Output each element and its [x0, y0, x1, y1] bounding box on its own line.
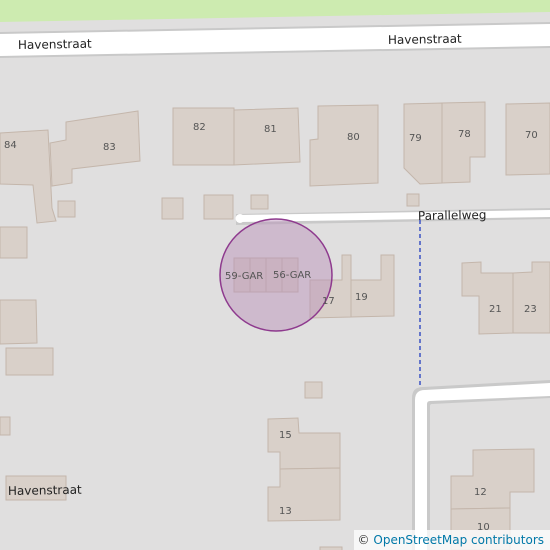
building-shed-6 [304, 381, 323, 399]
street-label-havenstraat-2: Havenstraat [388, 32, 462, 47]
building-left-4 [0, 416, 11, 436]
building-shed-5 [406, 193, 420, 207]
building-82 [172, 107, 235, 166]
house-number-83: 83 [103, 142, 116, 153]
house-number-78: 78 [458, 129, 471, 140]
house-number-23: 23 [524, 304, 537, 315]
map-canvas[interactable]: Havenstraat Havenstraat Parallelweg Have… [0, 0, 550, 550]
house-number-13: 13 [279, 506, 292, 517]
house-number-56gar: 56-GAR [273, 270, 311, 281]
building-23 [512, 261, 550, 334]
building-left-2 [0, 299, 38, 345]
street-label-havenstraat-3: Havenstraat [8, 483, 82, 498]
building-81 [233, 107, 301, 166]
street-label-havenstraat-1: Havenstraat [18, 37, 92, 52]
house-number-82: 82 [193, 122, 206, 133]
building-left-3 [5, 347, 54, 376]
building-shed-2 [161, 197, 184, 220]
house-number-80: 80 [347, 132, 360, 143]
building-shed-3 [203, 194, 234, 220]
building-shed-4 [250, 194, 269, 210]
building-80 [309, 104, 379, 187]
building-shed-1 [57, 200, 76, 218]
building-left-1 [0, 226, 28, 259]
house-number-79: 79 [409, 133, 422, 144]
copyright-symbol: © [357, 533, 370, 547]
house-number-15: 15 [279, 430, 292, 441]
map-attribution: © OpenStreetMap contributors [353, 530, 550, 550]
osm-contributors-link[interactable]: OpenStreetMap contributors [373, 533, 544, 547]
house-number-84: 84 [4, 140, 17, 151]
house-number-12: 12 [474, 487, 487, 498]
street-label-parallelweg: Parallelweg [418, 208, 487, 223]
house-number-17: 17 [322, 296, 335, 307]
house-number-19: 19 [355, 292, 368, 303]
house-number-21: 21 [489, 304, 502, 315]
house-number-59gar: 59-GAR [225, 271, 263, 282]
house-number-70: 70 [525, 130, 538, 141]
house-number-81: 81 [264, 124, 277, 135]
